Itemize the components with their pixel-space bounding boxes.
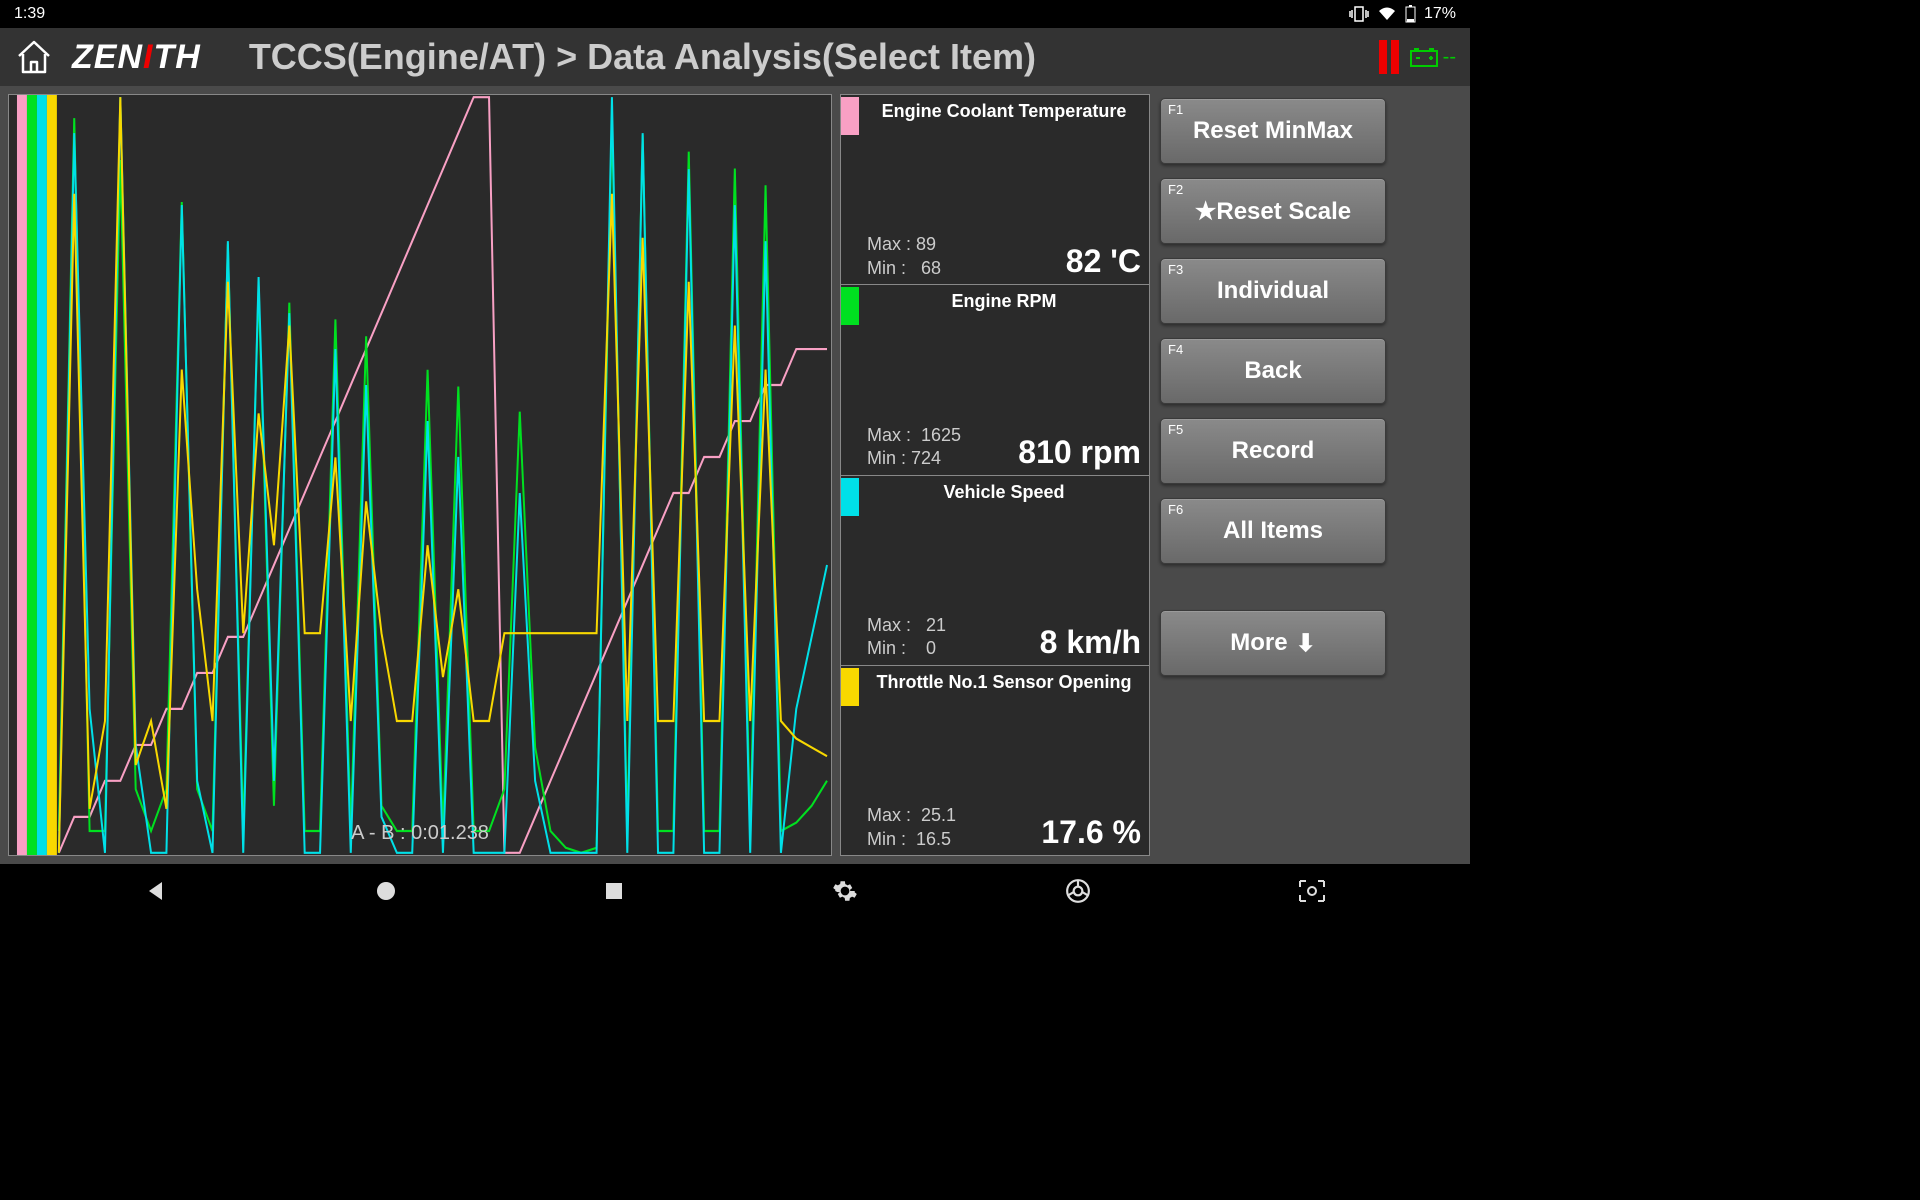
back-button[interactable]: F4Back	[1160, 338, 1386, 404]
data-panel-column: Engine Coolant Temperature Max : 89Min :…	[840, 94, 1150, 856]
screenshot-icon	[1298, 879, 1326, 903]
nav-screenshot-button[interactable]	[1298, 879, 1326, 903]
chart-cursor-readout: A - B : 0:01.238	[9, 822, 831, 845]
brand-logo: ZENITH	[72, 38, 201, 77]
triangle-back-icon	[144, 879, 168, 903]
record-button[interactable]: F5Record	[1160, 418, 1386, 484]
chart-area[interactable]: A - B : 0:01.238	[8, 94, 832, 856]
vehicle-battery-value: --	[1443, 46, 1456, 69]
wifi-icon	[1377, 6, 1397, 22]
param-minmax: Max : 1625Min : 724	[867, 424, 961, 471]
android-nav-bar	[0, 864, 1470, 918]
param-minmax: Max : 89Min : 68	[867, 233, 941, 280]
app-header: ZENITH TCCS(Engine/AT) > Data Analysis(S…	[0, 28, 1470, 86]
param-name: Throttle No.1 Sensor Opening	[867, 666, 1141, 693]
param-name: Engine Coolant Temperature	[867, 95, 1141, 122]
data-panel-coolant[interactable]: Engine Coolant Temperature Max : 89Min :…	[841, 95, 1149, 285]
data-panel-throttle[interactable]: Throttle No.1 Sensor Opening Max : 25.1M…	[841, 666, 1149, 855]
line-chart	[9, 95, 831, 855]
status-time: 1:39	[14, 5, 45, 23]
pause-button[interactable]	[1379, 40, 1399, 74]
param-value: 82 'C	[1066, 243, 1141, 280]
param-value: 17.6 %	[1041, 814, 1141, 851]
chrome-icon	[1065, 878, 1091, 904]
home-button[interactable]	[14, 38, 54, 76]
nav-back-button[interactable]	[144, 879, 168, 903]
nav-recents-button[interactable]	[604, 881, 624, 901]
param-minmax: Max : 21Min : 0	[867, 614, 946, 661]
nav-home-button[interactable]	[375, 880, 397, 902]
series-color-chip	[841, 478, 859, 516]
square-recents-icon	[604, 881, 624, 901]
reset-minmax-button[interactable]: F1Reset MinMax	[1160, 98, 1386, 164]
battery-pct: 17%	[1424, 5, 1456, 23]
circle-home-icon	[375, 880, 397, 902]
arrow-down-icon: ⬇	[1296, 629, 1316, 658]
reset-scale-button[interactable]: F2★Reset Scale	[1160, 178, 1386, 244]
battery-icon	[1405, 5, 1416, 23]
nav-settings-button[interactable]	[832, 878, 858, 904]
param-name: Engine RPM	[867, 285, 1141, 312]
breadcrumb: TCCS(Engine/AT) > Data Analysis(Select I…	[249, 36, 1361, 78]
more-button[interactable]: More⬇	[1160, 610, 1386, 676]
data-panel-rpm[interactable]: Engine RPM Max : 1625Min : 724 810 rpm	[841, 285, 1149, 475]
car-battery-icon	[1409, 46, 1439, 68]
home-icon	[14, 38, 54, 76]
main-area: A - B : 0:01.238 Engine Coolant Temperat…	[0, 86, 1470, 864]
all-items-button[interactable]: F6All Items	[1160, 498, 1386, 564]
header-right: --	[1379, 40, 1456, 74]
series-color-chip	[841, 668, 859, 706]
function-button-column: F1Reset MinMax F2★Reset Scale F3Individu…	[1158, 94, 1388, 856]
param-value: 810 rpm	[1018, 434, 1141, 471]
vibrate-icon	[1349, 6, 1369, 22]
series-color-chip	[841, 287, 859, 325]
series-color-chip	[841, 97, 859, 135]
individual-button[interactable]: F3Individual	[1160, 258, 1386, 324]
gear-icon	[832, 878, 858, 904]
param-minmax: Max : 25.1Min : 16.5	[867, 804, 956, 851]
status-right: 17%	[1349, 5, 1456, 23]
param-value: 8 km/h	[1040, 624, 1141, 661]
param-name: Vehicle Speed	[867, 476, 1141, 503]
data-panel-speed[interactable]: Vehicle Speed Max : 21Min : 0 8 km/h	[841, 476, 1149, 666]
android-status-bar: 1:39 17%	[0, 0, 1470, 28]
vehicle-battery-indicator: --	[1409, 46, 1456, 69]
nav-browser-button[interactable]	[1065, 878, 1091, 904]
